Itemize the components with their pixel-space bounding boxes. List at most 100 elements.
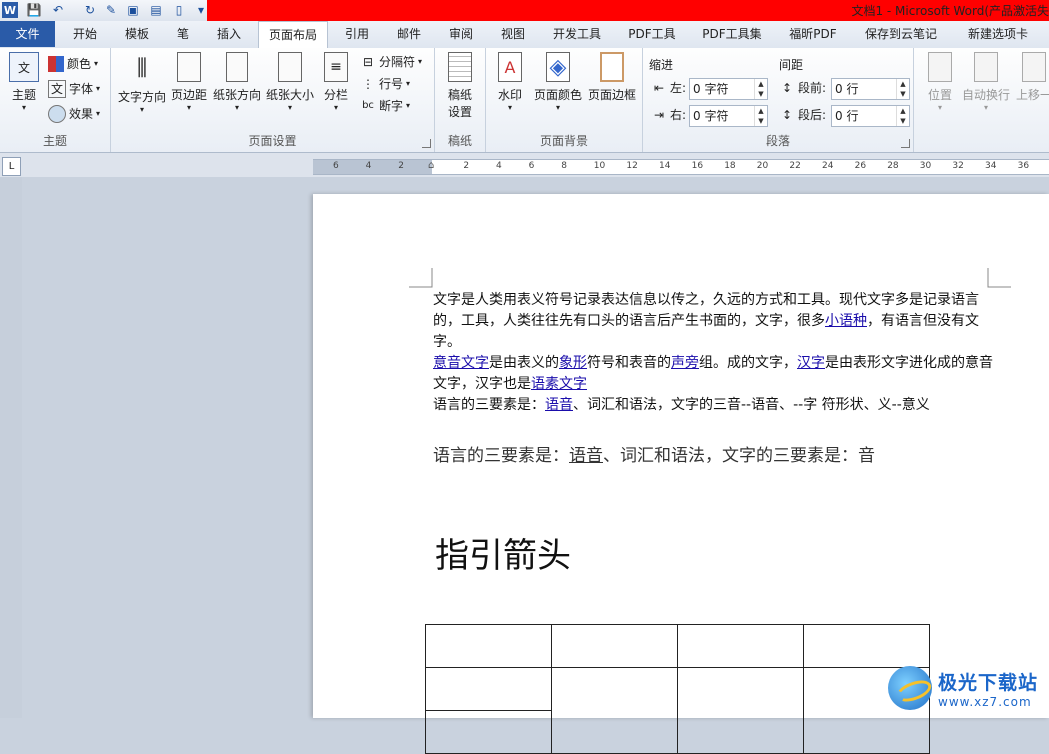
orientation-label: 纸张方向 [212,88,261,102]
line-numbers-icon: ⋮ [362,77,374,91]
group-theme-label: 主题 [42,134,67,148]
undo-icon[interactable]: ↶ [50,2,66,18]
tab-templates[interactable]: 模板 [116,21,158,47]
watermark-button[interactable]: A 水印 ▾ [494,52,526,112]
paragraph-dialog-launcher[interactable] [901,139,910,148]
indent-marker-icon[interactable]: ⌂ [428,160,434,171]
table-cell[interactable] [677,667,804,754]
manuscript-settings-button[interactable]: 稿纸 设置 [441,52,479,120]
redo-icon[interactable]: ↻ [82,2,98,18]
spacing-after-input[interactable]: 0 行 ▲ ▼ [831,105,910,127]
document-body[interactable]: 文字是人类用表义符号记录表达信息以传之，久远的方式和工具。现代文字多是记录语言的… [433,290,993,416]
table-cell[interactable] [425,667,552,711]
margins-button[interactable]: 页边距 ▾ [169,52,209,112]
paragraph-4[interactable]: 语言的三要素是：语音、词汇和语法，文字的三要素是：音 [433,446,993,467]
ruler-left-margin [313,160,432,174]
spacing-title: 间距 [779,58,804,72]
page-borders-button[interactable]: 页面边框 [586,52,638,103]
breaks-button[interactable]: ⊟ 分隔符 ▾ [360,52,422,72]
theme-effects-button[interactable]: 效果 ▾ [48,104,100,124]
theme-button[interactable]: 文 主题 ▾ [6,52,42,112]
tab-references[interactable]: 引用 [336,21,378,47]
tab-pen[interactable]: 笔 [168,21,198,47]
tab-page-layout[interactable]: 页面布局 [258,21,328,49]
edit-icon[interactable]: ✎ [103,2,119,18]
fonts-icon: 文 [48,80,66,98]
indent-right-spinner[interactable]: ▲ ▼ [754,106,767,126]
page-setup-dialog-launcher[interactable] [422,139,431,148]
text-direction-button[interactable]: ⫼ 文字方向 ▾ [116,52,168,115]
position-button[interactable]: 位置 ▾ [922,52,958,112]
link-minor-languages[interactable]: 小语种 [825,313,867,329]
link-morphemic-script[interactable]: 语素文字 [531,376,587,392]
tab-save-to-cloud[interactable]: 保存到云笔记 [856,21,946,47]
paragraph-1[interactable]: 文字是人类用表义符号记录表达信息以传之，久远的方式和工具。现代文字多是记录语言的… [433,290,993,353]
orientation-button[interactable]: 纸张方向 ▾ [211,52,263,112]
word-app-icon[interactable]: W [2,2,18,18]
layout-icon[interactable]: ▤ [148,2,164,18]
tab-pdf-tools[interactable]: PDF工具 [620,21,684,47]
tab-file[interactable]: 文件 [0,21,55,47]
indent-left-spinner[interactable]: ▲ ▼ [754,79,767,99]
link-phonetics[interactable]: 语音 [545,397,573,413]
theme-colors-button[interactable]: 颜色 ▾ [48,54,98,74]
indent-left-input[interactable]: 0 字符 ▲ ▼ [689,78,768,100]
columns-button[interactable]: ≡ 分栏 ▾ [318,52,354,112]
table-cell[interactable] [551,667,678,754]
tab-insert[interactable]: 插入 [208,21,250,47]
tab-pdf-toolset[interactable]: PDF工具集 [696,21,768,47]
link-logophonetic[interactable]: 意音文字 [433,355,489,371]
bring-forward-label: 上移一 [1015,88,1049,102]
book-icon[interactable]: ▯ [171,2,187,18]
tab-selector[interactable]: L [2,157,21,176]
paragraph-2[interactable]: 意音文字是由表义的象形符号和表音的声旁组。成的文字，汉字是由表形文字进化成的意音… [433,353,993,395]
tab-review[interactable]: 审阅 [440,21,482,47]
position-label: 位置 [927,88,952,102]
indent-title: 缩进 [649,58,674,72]
margins-icon [177,52,201,82]
page-color-button[interactable]: ◈ 页面颜色 ▾ [532,52,584,112]
document-page[interactable]: 文字是人类用表义符号记录表达信息以传之，久远的方式和工具。现代文字多是记录语言的… [313,194,1049,754]
spacing-before-spinner[interactable]: ▲ ▼ [896,79,909,99]
tab-foxit-pdf[interactable]: 福昕PDF [780,21,846,47]
link-pictograph[interactable]: 象形 [559,355,587,371]
hyphenation-button[interactable]: bc 断字 ▾ [360,96,410,116]
ruler-number: 26 [854,161,867,171]
tab-view[interactable]: 视图 [492,21,534,47]
table-cell[interactable] [677,624,804,668]
image-icon[interactable]: ▣ [125,2,141,18]
wrap-text-button[interactable]: 自动换行 ▾ [960,52,1012,112]
theme-icon: 文 [9,52,39,82]
group-manuscript-label: 稿纸 [447,134,472,148]
save-icon[interactable]: 💾 [26,2,42,18]
watermark-icon: A [498,52,522,82]
document-table[interactable] [425,624,930,754]
link-chinese-characters[interactable]: 汉字 [797,355,825,371]
spacing-after-spinner[interactable]: ▲ ▼ [896,106,909,126]
tab-mailings[interactable]: 邮件 [388,21,430,47]
table-cell[interactable] [551,624,678,668]
indent-right-label: ⇥ 右: [651,105,686,125]
crop-mark-top-left [409,268,433,288]
hyphenation-icon: bc [362,100,374,111]
tab-new-tab[interactable]: 新建选项卡 [955,21,1041,47]
ruler-number: 2 [398,161,404,171]
bring-forward-button[interactable]: 上移一 [1014,52,1049,103]
hyphenation-label: 断字 [379,99,404,113]
document-heading[interactable]: 指引箭头 [435,528,571,577]
aurora-logo-icon [888,666,932,710]
horizontal-ruler[interactable]: 6422468101214161820222426283032343638 ⌂ [313,159,1049,175]
tab-home[interactable]: 开始 [64,21,106,47]
indent-right-input[interactable]: 0 字符 ▲ ▼ [689,105,768,127]
wrap-text-label: 自动换行 [961,88,1010,102]
table-cell[interactable] [425,710,552,754]
table-cell[interactable] [425,624,552,668]
line-numbers-button[interactable]: ⋮ 行号 ▾ [360,74,410,94]
tab-developer[interactable]: 开发工具 [544,21,610,47]
paragraph-3[interactable]: 语言的三要素是：语音、词汇和语法，文字的三音--语音、--字 符形状、义--意义 [433,395,993,416]
theme-fonts-button[interactable]: 文 字体 ▾ [48,79,100,99]
size-button[interactable]: 纸张大小 ▾ [264,52,316,112]
spacing-before-input[interactable]: 0 行 ▲ ▼ [831,78,910,100]
link-phonetic-radical[interactable]: 声旁 [671,355,699,371]
ruler-number: 2 [463,161,470,171]
